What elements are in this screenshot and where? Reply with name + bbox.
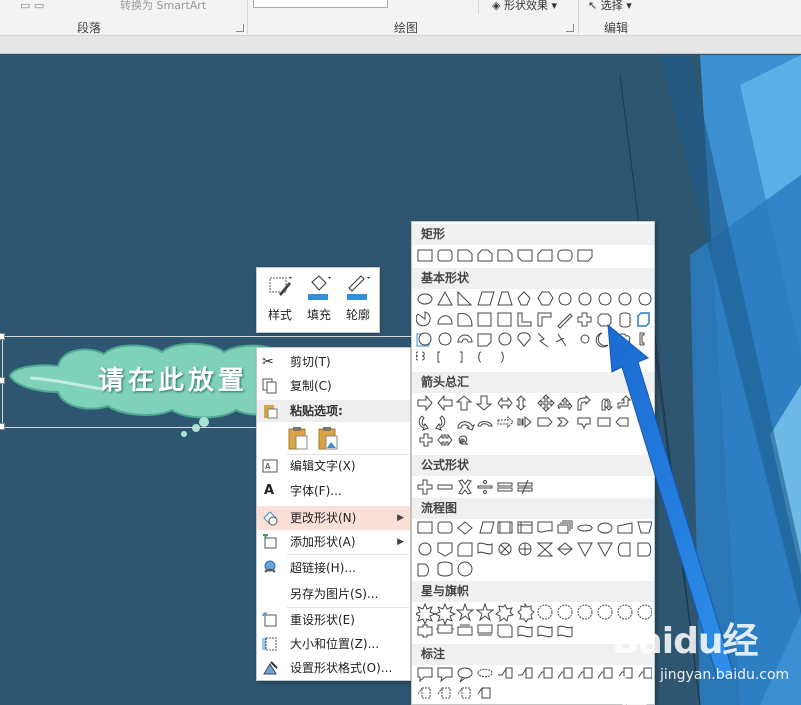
fill-button[interactable]: 填充	[300, 272, 338, 330]
group-label-drawing: 绘图	[394, 21, 419, 35]
group-label-editing: 编辑	[604, 21, 629, 35]
separator	[578, 0, 579, 34]
resize-handle[interactable]	[0, 333, 5, 340]
change-shape-icon	[263, 511, 278, 526]
convert-smartart-button[interactable]: 转换为 SmartArt	[120, 0, 206, 12]
shape-style-icon	[269, 277, 292, 296]
paragraph-dialog-launcher[interactable]	[236, 24, 244, 32]
fill-bucket-icon	[308, 275, 331, 300]
menu-item-save-as-picture[interactable]: 另存为图片(S)...	[257, 582, 410, 606]
menu-item-size-position[interactable]: 大小和位置(Z)...	[257, 632, 410, 656]
select-button[interactable]: ↖ 选择 ▾	[588, 0, 632, 12]
fill-label: 填充	[306, 308, 331, 322]
resize-handle[interactable]	[0, 377, 5, 384]
align-icons[interactable]: ▭ ▭	[20, 0, 44, 12]
rectangles-shapes[interactable]	[416, 248, 652, 266]
reset-shape-icon	[262, 612, 277, 627]
edit-text-icon: A	[262, 459, 278, 473]
ribbon: 转换为 SmartArt ▭ ▭ ◈ 形状效果 ▾ ↖ 选择 ▾ 段落 绘图 编…	[0, 0, 801, 36]
format-shape-icon	[263, 661, 278, 675]
group-label-paragraph: 段落	[77, 21, 102, 35]
shape-effects-button[interactable]: ◈ 形状效果 ▾	[492, 0, 557, 12]
menu-item-hyperlink[interactable]: 超链接(H)...	[257, 556, 410, 580]
watermark-url: jingyan.baidu.com	[660, 667, 790, 683]
style-button[interactable]: 样式	[261, 272, 299, 330]
submenu-arrow-icon: ▶	[397, 537, 404, 547]
paste-options-header: 粘贴选项:	[257, 400, 410, 422]
context-menu: ✂ 剪切(T) 复制(C) 粘贴选项: A 编辑文字(X) A 字体(F)...…	[256, 347, 411, 681]
menu-item-reset-shape[interactable]: 重设形状(E)	[257, 608, 410, 632]
paste-as-picture-icon[interactable]	[318, 426, 338, 450]
outline-button[interactable]: 轮廓	[339, 272, 377, 330]
separator	[247, 0, 248, 34]
outline-label: 轮廓	[345, 308, 370, 322]
paste-icon	[264, 405, 278, 419]
menu-item-edit-text[interactable]: A 编辑文字(X)	[257, 454, 410, 478]
watermark-brand: Baidu经验	[612, 621, 758, 705]
size-position-icon	[262, 637, 277, 651]
menu-item-font[interactable]: A 字体(F)...	[257, 479, 410, 503]
category-rectangles: 矩形	[412, 224, 654, 245]
menu-item-add-shape[interactable]: 添加形状(A) ▶	[257, 530, 410, 554]
paste-keep-format-icon[interactable]	[288, 426, 308, 450]
placeholder-text[interactable]: 请在此放置	[98, 360, 248, 397]
menu-item-change-shape[interactable]: 更改形状(N) ▶	[257, 506, 410, 530]
mini-toolbar: 样式 填充 轮廓	[256, 267, 380, 333]
category-basic-shapes: 基本形状	[412, 268, 654, 289]
menu-item-format-shape[interactable]: 设置形状格式(O)...	[257, 656, 410, 680]
menu-separator	[287, 554, 409, 555]
add-shape-icon	[263, 534, 277, 549]
menu-item-cut[interactable]: ✂ 剪切(T)	[257, 350, 410, 374]
shapes-mini-gallery[interactable]	[253, 0, 388, 8]
drawing-dialog-launcher[interactable]	[566, 24, 574, 32]
select-pointer-icon: ↖	[588, 0, 601, 12]
svg-text:A: A	[265, 462, 271, 471]
menu-item-copy[interactable]: 复制(C)	[257, 374, 410, 398]
style-label: 样式	[267, 308, 292, 322]
outline-pen-icon	[347, 275, 370, 300]
submenu-arrow-icon: ▶	[397, 513, 404, 523]
scissors-icon: ✂	[262, 354, 274, 370]
shape-effects-icon: ◈	[492, 0, 504, 12]
copy-icon	[262, 378, 277, 394]
resize-handle[interactable]	[0, 423, 5, 430]
hyperlink-icon	[264, 560, 276, 573]
separator	[478, 0, 479, 14]
ribbon-divider	[0, 36, 801, 54]
font-icon: A	[264, 483, 275, 498]
